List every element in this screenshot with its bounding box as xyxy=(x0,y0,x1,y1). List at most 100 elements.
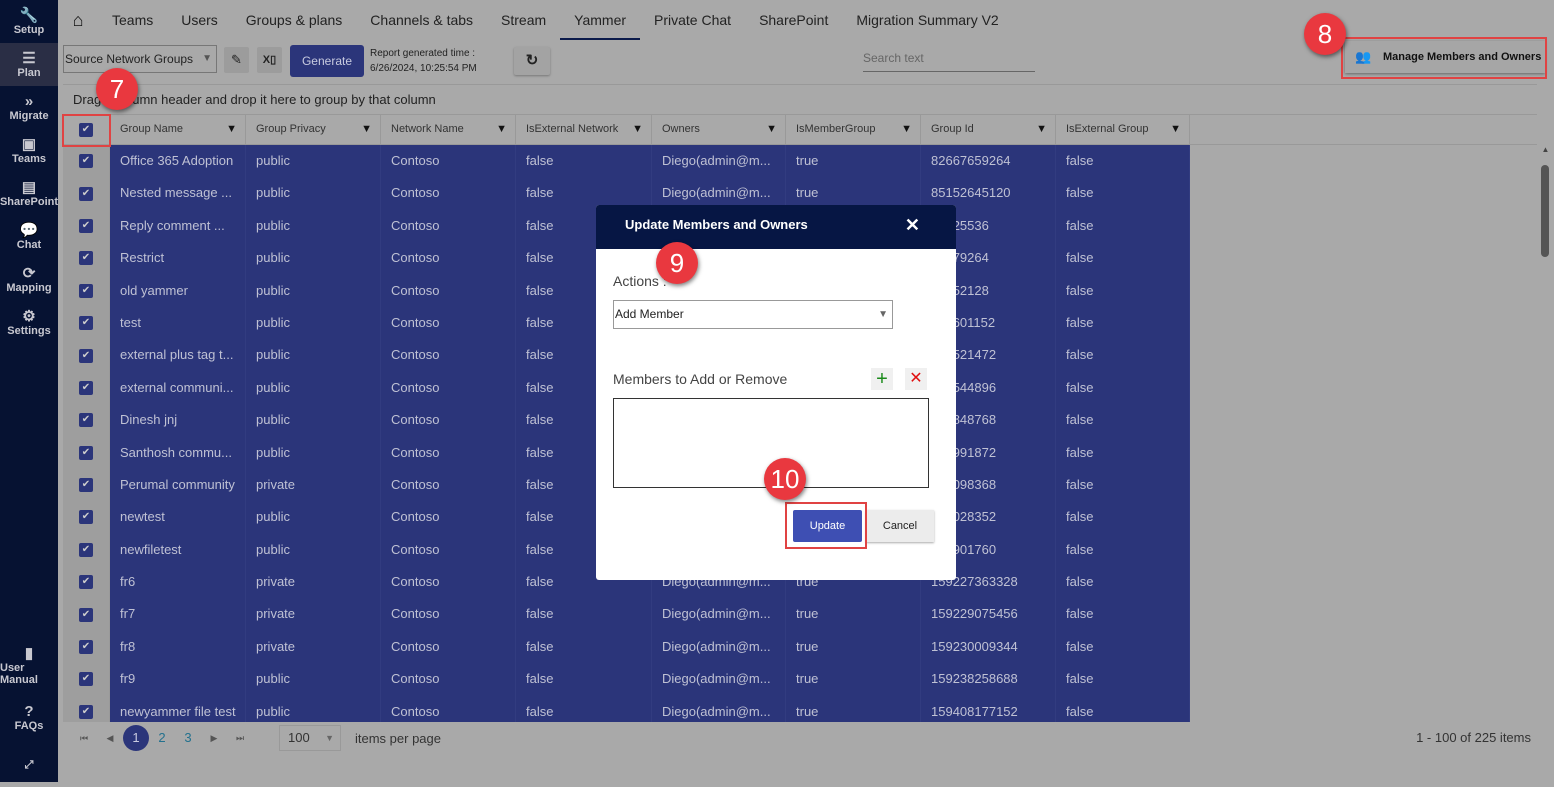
table-row[interactable]: ✔ newyammer file test public Contoso false Di… xyxy=(63,695,1537,722)
table-row[interactable]: ✔ fr9 public Contoso false Diego(admin@m... tr… xyxy=(63,663,1537,696)
table-cell: public xyxy=(246,209,381,243)
filter-icon[interactable]: ▼ xyxy=(226,115,237,144)
home-icon[interactable]: ⌂ xyxy=(58,10,98,31)
add-icon[interactable]: + xyxy=(871,368,893,390)
scroll-up-icon[interactable]: ▲ xyxy=(1537,145,1554,154)
sidebar-item-user-manual[interactable]: ▮ User Manual xyxy=(0,640,58,692)
sidebar-item-chat[interactable]: 💬 Chat xyxy=(0,215,58,258)
page-3[interactable]: 3 xyxy=(175,725,201,751)
sidebar-item-teams[interactable]: ▣ Teams xyxy=(0,129,58,172)
column-header[interactable]: IsExternal Group ▼ xyxy=(1056,115,1190,144)
tab-private-chat[interactable]: Private Chat xyxy=(640,0,745,40)
table-row[interactable]: ✔ Office 365 Adoption public Contoso false Di… xyxy=(63,145,1537,178)
row-checkbox[interactable]: ✔ xyxy=(63,177,110,210)
refresh-icon[interactable]: ↻ xyxy=(514,47,550,75)
column-header[interactable]: Group Privacy ▼ xyxy=(246,115,381,144)
tab-stream[interactable]: Stream xyxy=(487,0,560,40)
column-header-label: IsExternal Group xyxy=(1066,123,1149,135)
row-checkbox[interactable]: ✔ xyxy=(63,209,110,243)
column-header[interactable]: Network Name ▼ xyxy=(381,115,516,144)
sidebar-item-settings[interactable]: ⚙ Settings xyxy=(0,301,58,344)
remove-icon[interactable]: ✕ xyxy=(905,368,927,390)
sidebar-item-migrate[interactable]: » Migrate xyxy=(0,86,58,129)
tab-groups-plans[interactable]: Groups & plans xyxy=(232,0,357,40)
row-checkbox[interactable]: ✔ xyxy=(63,501,110,534)
table-cell: false xyxy=(1056,145,1190,178)
row-checkbox[interactable]: ✔ xyxy=(63,242,110,275)
chevron-down-icon: ▼ xyxy=(202,53,212,64)
filter-icon[interactable]: ▼ xyxy=(766,115,777,144)
vertical-scrollbar[interactable]: ▲ xyxy=(1537,145,1554,722)
sidebar-item-sharepoint[interactable]: ▤ SharePoint xyxy=(0,172,58,215)
close-icon[interactable]: ✕ xyxy=(905,205,920,245)
row-checkbox[interactable]: ✔ xyxy=(63,663,110,696)
row-checkbox[interactable]: ✔ xyxy=(63,436,110,469)
gear-icon: ⚙ xyxy=(22,307,36,325)
table-row[interactable]: ✔ fr7 private Contoso false Diego(admin@m... t… xyxy=(63,598,1537,631)
pencil-icon[interactable]: ✎ xyxy=(224,47,249,73)
table-cell: Contoso xyxy=(381,177,516,210)
prev-page-icon[interactable]: ◀ xyxy=(97,733,123,744)
sidebar-item-label: Migrate xyxy=(9,109,49,122)
table-row[interactable]: ✔ fr8 private Contoso false Diego(admin@m... t… xyxy=(63,630,1537,664)
row-checkbox[interactable]: ✔ xyxy=(63,306,110,340)
row-checkbox[interactable]: ✔ xyxy=(63,598,110,631)
table-cell: false xyxy=(1056,501,1190,534)
page-1[interactable]: 1 xyxy=(123,725,149,751)
sidebar-item-plan[interactable]: ☰ Plan xyxy=(0,43,58,86)
tab-users[interactable]: Users xyxy=(167,0,232,40)
row-checkbox[interactable]: ✔ xyxy=(63,566,110,599)
sidebar-item-mapping[interactable]: ⟳ Mapping xyxy=(0,258,58,301)
sidebar-item-faqs[interactable]: ? FAQs xyxy=(0,692,58,744)
scroll-thumb[interactable] xyxy=(1541,165,1549,257)
row-checkbox[interactable]: ✔ xyxy=(63,695,110,722)
page-2[interactable]: 2 xyxy=(149,725,175,751)
tab-yammer[interactable]: Yammer xyxy=(560,0,641,40)
table-cell: false xyxy=(516,695,652,722)
table-cell: external communi... xyxy=(110,371,246,405)
first-page-icon[interactable]: ⏮ xyxy=(71,733,97,744)
table-cell: Contoso xyxy=(381,404,516,437)
search-input[interactable]: Search text xyxy=(863,48,1035,72)
tab-channels-tabs[interactable]: Channels & tabs xyxy=(356,0,487,40)
filter-icon[interactable]: ▼ xyxy=(1170,115,1181,144)
table-cell: false xyxy=(1056,371,1190,405)
tab-sharepoint[interactable]: SharePoint xyxy=(745,0,842,40)
expand-icon[interactable]: ⤢ xyxy=(0,744,58,787)
row-checkbox[interactable]: ✔ xyxy=(63,533,110,567)
check-icon: ✔ xyxy=(79,316,93,331)
column-header[interactable]: Owners ▼ xyxy=(652,115,786,144)
row-checkbox[interactable]: ✔ xyxy=(63,404,110,437)
column-header[interactable]: IsMemberGroup ▼ xyxy=(786,115,921,144)
row-checkbox[interactable]: ✔ xyxy=(63,145,110,178)
tab-teams[interactable]: Teams xyxy=(98,0,167,40)
actions-select[interactable]: Add Member ▼ xyxy=(613,300,893,329)
row-checkbox[interactable]: ✔ xyxy=(63,468,110,502)
next-page-icon[interactable]: ▶ xyxy=(201,733,227,744)
excel-export-icon[interactable]: X▯ xyxy=(257,47,282,73)
members-label: Members to Add or Remove xyxy=(613,371,788,387)
row-checkbox[interactable]: ✔ xyxy=(63,274,110,307)
page-size-select[interactable]: 100 ▼ xyxy=(279,725,341,751)
filter-icon[interactable]: ▼ xyxy=(901,115,912,144)
step-badge-9: 9 xyxy=(656,242,698,284)
row-checkbox[interactable]: ✔ xyxy=(63,339,110,372)
filter-icon[interactable]: ▼ xyxy=(361,115,372,144)
column-header[interactable]: Group Id ▼ xyxy=(921,115,1056,144)
generate-button[interactable]: Generate xyxy=(290,45,364,77)
tab-migration-summary-v2[interactable]: Migration Summary V2 xyxy=(842,0,1012,40)
row-checkbox[interactable]: ✔ xyxy=(63,630,110,664)
table-cell: Contoso xyxy=(381,566,516,599)
filter-icon[interactable]: ▼ xyxy=(1036,115,1047,144)
report-time-label: Report generated time : xyxy=(370,48,476,59)
last-page-icon[interactable]: ⏭ xyxy=(227,733,253,744)
row-checkbox[interactable]: ✔ xyxy=(63,371,110,405)
filter-icon[interactable]: ▼ xyxy=(632,115,643,144)
report-select[interactable]: Source Network Groups ▼ xyxy=(63,45,217,73)
sidebar-item-setup[interactable]: 🔧 Setup xyxy=(0,0,58,43)
filter-icon[interactable]: ▼ xyxy=(496,115,507,144)
cancel-button[interactable]: Cancel xyxy=(866,510,934,542)
column-header[interactable]: Group Name ▼ xyxy=(110,115,246,144)
column-header[interactable]: IsExternal Network ▼ xyxy=(516,115,652,144)
teams-icon: ▣ xyxy=(21,135,37,153)
